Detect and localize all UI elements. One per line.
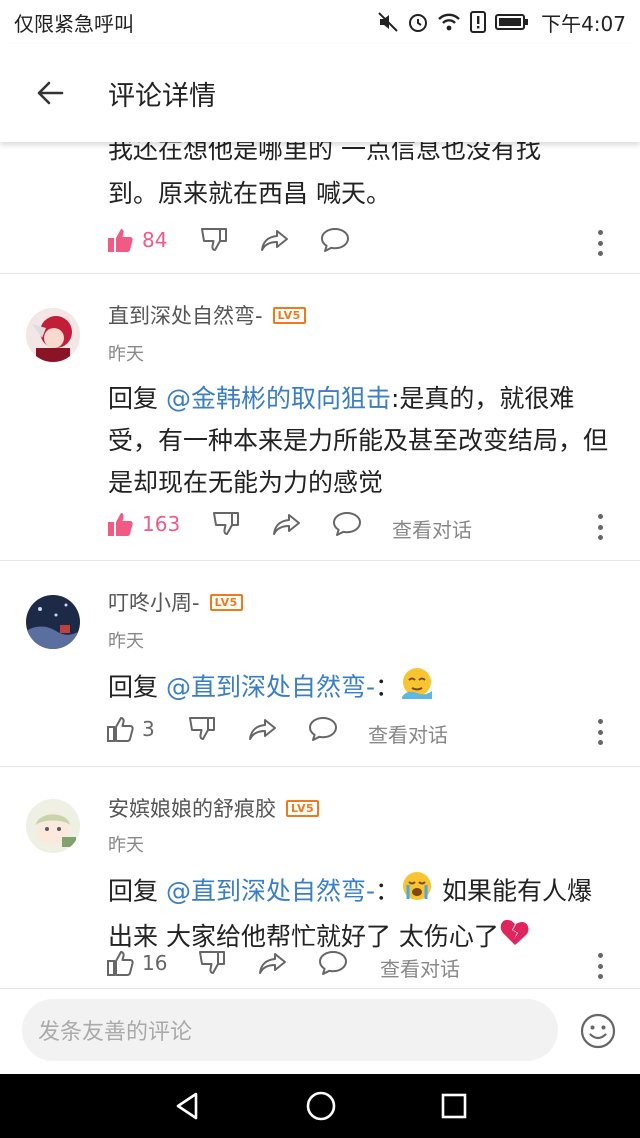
dislike-button[interactable] [200, 226, 228, 254]
chat-bubble-icon [333, 512, 361, 536]
view-dialog-link[interactable]: 查看对话 [380, 953, 460, 982]
level-badge: LV5 [209, 593, 243, 611]
share-arrow-icon [273, 514, 300, 535]
thumb-up-filled-icon [108, 229, 133, 252]
username-row: 直到深处自然弯- LV5 [108, 300, 306, 330]
comment-actions: 3 查看对话 [0, 713, 640, 753]
username[interactable]: 安嫔娘娘的舒痕胶 [108, 793, 276, 823]
mention-link[interactable]: @直到深处自然弯- [166, 673, 375, 702]
dislike-button[interactable] [212, 510, 240, 538]
smiley-icon [580, 1013, 616, 1049]
thumb-down-icon [189, 717, 215, 740]
reply-button[interactable] [308, 715, 338, 743]
reply-button[interactable] [318, 949, 348, 977]
comment-time: 昨天 [108, 344, 144, 365]
nav-recents-icon[interactable] [439, 1091, 469, 1121]
status-bar: 仅限紧急呼叫 下午4:07 [0, 0, 640, 44]
comment-text: 回复 @直到深处自然弯-： [108, 665, 613, 712]
like-count: 163 [142, 512, 181, 536]
wifi-icon [438, 13, 460, 31]
level-badge: LV5 [272, 306, 306, 324]
share-button[interactable] [248, 715, 278, 743]
arrow-left-icon [37, 81, 64, 105]
status-icons: 下午4:07 [377, 8, 626, 37]
comment-actions: 163 查看对话 [0, 508, 640, 548]
view-dialog-link[interactable]: 查看对话 [392, 514, 472, 543]
thumb-down-icon [199, 951, 225, 974]
dislike-button[interactable] [188, 715, 216, 743]
chat-bubble-icon [321, 228, 349, 252]
page-title: 评论详情 [108, 80, 216, 112]
comment-input-bar: 发条友善的评论 [0, 988, 640, 1074]
system-nav-bar [0, 1074, 640, 1138]
share-button[interactable] [258, 949, 288, 977]
reply-button[interactable] [320, 226, 350, 254]
like-count: 84 [142, 228, 168, 252]
share-button[interactable] [260, 226, 290, 254]
mention-link[interactable]: @金韩彬的取向狙击 [166, 384, 391, 413]
mute-icon [378, 12, 398, 32]
comment-input[interactable]: 发条友善的评论 [22, 999, 558, 1061]
comment-text: 我还在想他是哪里的 一点信息也没有找 到。原来就在西昌 喊天。 [108, 142, 541, 208]
comment-text: 回复 @金韩彬的取向狙击:是真的，就很难受，有一种本来是力所能及甚至改变结局，但… [108, 384, 609, 497]
reply-button[interactable] [332, 510, 362, 538]
comment-time: 昨天 [108, 631, 144, 652]
avatar[interactable] [26, 799, 80, 853]
comment-item: 安嫔娘娘的舒痕胶 LV5 昨天 回复 @直到深处自然弯-： 如果能有人爆出来 大… [0, 767, 640, 988]
more-menu-icon[interactable] [594, 951, 606, 981]
crying-face-emoji [400, 869, 434, 916]
more-menu-icon[interactable] [594, 512, 606, 542]
username[interactable]: 叮咚小周- [108, 587, 200, 617]
chat-bubble-icon [319, 951, 347, 975]
thumb-up-icon [107, 717, 134, 742]
thumb-up-filled-icon [108, 513, 133, 536]
comment-list[interactable]: 我还在想他是哪里的 一点信息也没有找 到。原来就在西昌 喊天。 84 直到深处自… [0, 142, 640, 988]
comment-item: 叮咚小周- LV5 昨天 回复 @直到深处自然弯-： 3 查看对话 [0, 561, 640, 767]
username-row: 安嫔娘娘的舒痕胶 LV5 [108, 793, 320, 823]
like-count: 16 [142, 951, 168, 975]
nav-back-icon[interactable] [171, 1090, 203, 1122]
share-button[interactable] [272, 510, 302, 538]
more-menu-icon[interactable] [594, 228, 606, 258]
like-button[interactable]: 84 [106, 226, 167, 254]
avatar[interactable] [26, 308, 80, 362]
clock-text: 下午4:07 [541, 11, 626, 36]
nav-home-icon[interactable] [304, 1089, 338, 1123]
more-menu-icon[interactable] [594, 717, 606, 747]
thumb-down-icon [213, 512, 239, 535]
mention-link[interactable]: @直到深处自然弯- [166, 877, 375, 906]
comment-time: 昨天 [108, 835, 144, 856]
username-row: 叮咚小周- LV5 [108, 587, 243, 617]
comment-actions: 16 查看对话 [0, 947, 640, 987]
relieved-face-emoji [400, 665, 434, 712]
header: 评论详情 [0, 44, 640, 142]
battery-icon [495, 14, 529, 30]
thumb-up-icon [107, 951, 134, 976]
back-button[interactable] [0, 44, 100, 142]
share-arrow-icon [259, 953, 286, 974]
like-button[interactable]: 16 [106, 949, 167, 977]
share-arrow-icon [261, 230, 288, 251]
carrier-text: 仅限紧急呼叫 [14, 11, 134, 36]
view-dialog-link[interactable]: 查看对话 [368, 719, 448, 748]
thumb-down-icon [201, 228, 227, 251]
avatar[interactable] [26, 595, 80, 649]
comment-item: 直到深处自然弯- LV5 昨天 回复 @金韩彬的取向狙击:是真的，就很难受，有一… [0, 274, 640, 561]
like-button[interactable]: 163 [106, 510, 180, 538]
share-arrow-icon [249, 719, 276, 740]
username[interactable]: 直到深处自然弯- [108, 300, 263, 330]
emoji-button[interactable] [580, 1013, 616, 1049]
sim-alert-icon [470, 11, 487, 33]
chat-bubble-icon [309, 717, 337, 741]
comment-actions: 84 [0, 222, 640, 262]
comment-text: 回复 @直到深处自然弯-： 如果能有人爆出来 大家给他帮忙就好了 太伤心了 [108, 869, 613, 960]
like-button[interactable]: 3 [106, 715, 155, 743]
comment-item: 我还在想他是哪里的 一点信息也没有找 到。原来就在西昌 喊天。 84 [0, 142, 640, 274]
alarm-icon [409, 14, 428, 32]
dislike-button[interactable] [198, 949, 226, 977]
like-count: 3 [142, 717, 155, 741]
level-badge: LV5 [286, 799, 320, 817]
